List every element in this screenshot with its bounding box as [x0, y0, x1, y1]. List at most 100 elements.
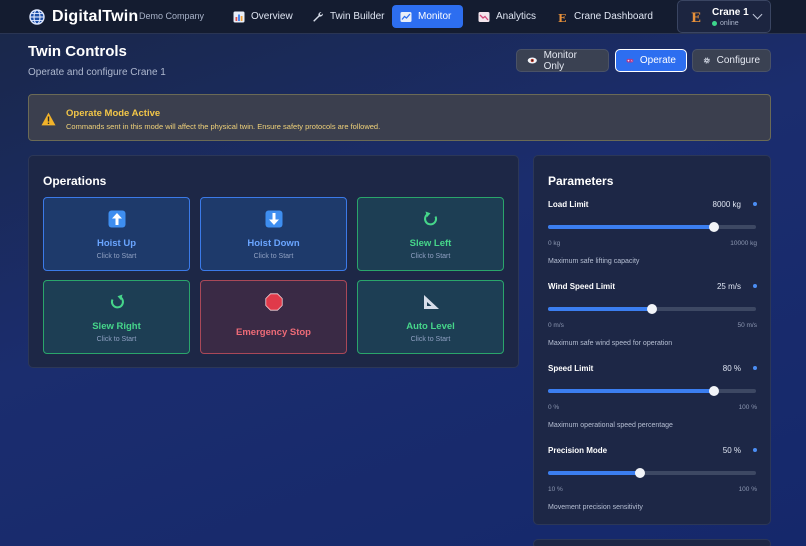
- crane-name: Crane 1: [712, 7, 749, 18]
- slider-fill: [548, 471, 641, 475]
- nav-overview-label: Overview: [251, 11, 293, 22]
- operations-panel: Operations Hoist Up Click to Start Hoist…: [28, 155, 519, 368]
- param-min: 10 %: [548, 486, 563, 493]
- hoist-down-button[interactable]: Hoist Down Click to Start: [200, 197, 347, 271]
- param-description: Maximum operational speed percentage: [548, 422, 673, 429]
- slider-thumb[interactable]: [709, 386, 720, 396]
- param-indicator-dot: [753, 366, 757, 370]
- slew-left-label: Slew Left: [409, 238, 452, 249]
- gamepad-icon: [626, 58, 634, 63]
- rotate-right-icon: [110, 294, 124, 309]
- param-value: 25 m/s: [716, 282, 741, 291]
- wrench-icon: [313, 11, 323, 22]
- globe-icon: [29, 9, 45, 25]
- warning-icon: [41, 112, 56, 126]
- svg-text:E: E: [558, 12, 566, 23]
- arrow-up-icon: [108, 210, 126, 228]
- hoist-up-hint: Click to Start: [96, 253, 137, 260]
- nav-crane-dashboard-label: Crane Dashboard: [574, 11, 653, 22]
- precision-mode-slider[interactable]: [548, 468, 756, 478]
- chart-icon: [233, 11, 245, 22]
- nav-twin-builder[interactable]: Twin Builder: [304, 5, 392, 28]
- eye-icon: [527, 57, 537, 64]
- monitor-only-label: Monitor Only: [543, 49, 577, 72]
- slew-right-label: Slew Right: [92, 321, 141, 332]
- nav-twin-builder-label: Twin Builder: [330, 11, 385, 22]
- param-max: 100 %: [738, 404, 757, 411]
- param-max: 100 %: [738, 486, 757, 493]
- operate-mode-warning: Operate Mode Active Commands sent in thi…: [28, 94, 771, 141]
- nav-crane-dashboard[interactable]: E Crane Dashboard: [548, 5, 661, 28]
- emergency-stop-button[interactable]: Emergency Stop: [200, 280, 347, 354]
- operate-label: Operate: [639, 55, 676, 66]
- slider-thumb[interactable]: [709, 222, 720, 232]
- page-title: Twin Controls: [28, 43, 127, 60]
- configure-label: Configure: [716, 55, 760, 66]
- slider-thumb[interactable]: [647, 304, 657, 314]
- slider-fill: [548, 307, 652, 311]
- param-name: Load Limit: [548, 200, 589, 209]
- next-panel-edge: [533, 539, 771, 546]
- slider-fill: [548, 389, 715, 393]
- nav-analytics[interactable]: Analytics: [470, 5, 544, 28]
- page-subtitle: Operate and configure Crane 1: [28, 67, 166, 78]
- param-indicator-dot: [753, 284, 757, 288]
- hoist-up-label: Hoist Up: [96, 238, 137, 249]
- param-indicator-dot: [753, 448, 757, 452]
- hoist-down-label: Hoist Down: [247, 238, 300, 249]
- param-name: Precision Mode: [548, 446, 608, 455]
- speed-limit-slider[interactable]: [548, 386, 756, 396]
- param-value: 8000 kg: [712, 200, 741, 209]
- auto-level-button[interactable]: Auto Level Click to Start: [357, 280, 504, 354]
- param-description: Maximum safe wind speed for operation: [548, 340, 673, 347]
- rotate-left-icon: [424, 211, 438, 226]
- nav-monitor[interactable]: Monitor: [392, 5, 463, 28]
- param-name: Speed Limit: [548, 364, 594, 373]
- nav-monitor-label: Monitor: [418, 11, 452, 22]
- nav-analytics-label: Analytics: [496, 11, 537, 22]
- brand[interactable]: DigitalTwin: [29, 8, 138, 26]
- param-description: Maximum safe lifting capacity: [548, 258, 640, 265]
- status-dot: [712, 21, 717, 26]
- param-min: 0 kg: [548, 240, 561, 247]
- operations-title: Operations: [43, 174, 107, 188]
- slider-thumb[interactable]: [635, 468, 646, 478]
- load-limit-slider[interactable]: [548, 222, 756, 232]
- operate-button[interactable]: Operate: [615, 49, 687, 72]
- stop-icon: [265, 293, 283, 311]
- auto-level-label: Auto Level: [406, 321, 455, 332]
- monitor-only-button[interactable]: Monitor Only: [516, 49, 609, 72]
- top-nav: DigitalTwin Demo Company Overview Twin B…: [0, 0, 806, 34]
- hoist-down-hint: Click to Start: [253, 253, 294, 260]
- monitor-icon: [400, 11, 412, 22]
- crane-icon: E: [558, 12, 566, 23]
- param-min: 0 m/s: [548, 322, 564, 329]
- company-name: Demo Company: [139, 11, 205, 21]
- param-indicator-dot: [753, 202, 757, 206]
- chevron-down-icon: [752, 9, 763, 20]
- set-square-icon: [424, 295, 439, 309]
- param-value: 80 %: [722, 364, 741, 373]
- hoist-up-button[interactable]: Hoist Up Click to Start: [43, 197, 190, 271]
- wind-speed-slider[interactable]: [548, 304, 756, 314]
- warning-text: Commands sent in this mode will affect t…: [66, 122, 381, 131]
- arrow-down-icon: [265, 210, 283, 228]
- slew-left-button[interactable]: Slew Left Click to Start: [357, 197, 504, 271]
- brand-name: DigitalTwin: [52, 8, 139, 25]
- nav-overview[interactable]: Overview: [225, 5, 301, 28]
- crane-status-text: online: [720, 20, 739, 27]
- param-max: 50 m/s: [737, 322, 757, 329]
- crane-selector[interactable]: E Crane 1 online: [677, 0, 771, 33]
- slew-right-button[interactable]: Slew Right Click to Start: [43, 280, 190, 354]
- slider-fill: [548, 225, 715, 229]
- crane-badge-icon: E: [691, 11, 701, 26]
- analytics-icon: [478, 11, 490, 22]
- param-name: Wind Speed Limit: [548, 282, 616, 291]
- warning-title: Operate Mode Active: [66, 108, 161, 119]
- auto-level-hint: Click to Start: [410, 336, 451, 343]
- gear-icon: [703, 57, 710, 64]
- configure-button[interactable]: Configure: [692, 49, 771, 72]
- param-value: 50 %: [722, 446, 741, 455]
- param-min: 0 %: [548, 404, 560, 411]
- slew-right-hint: Click to Start: [96, 336, 137, 343]
